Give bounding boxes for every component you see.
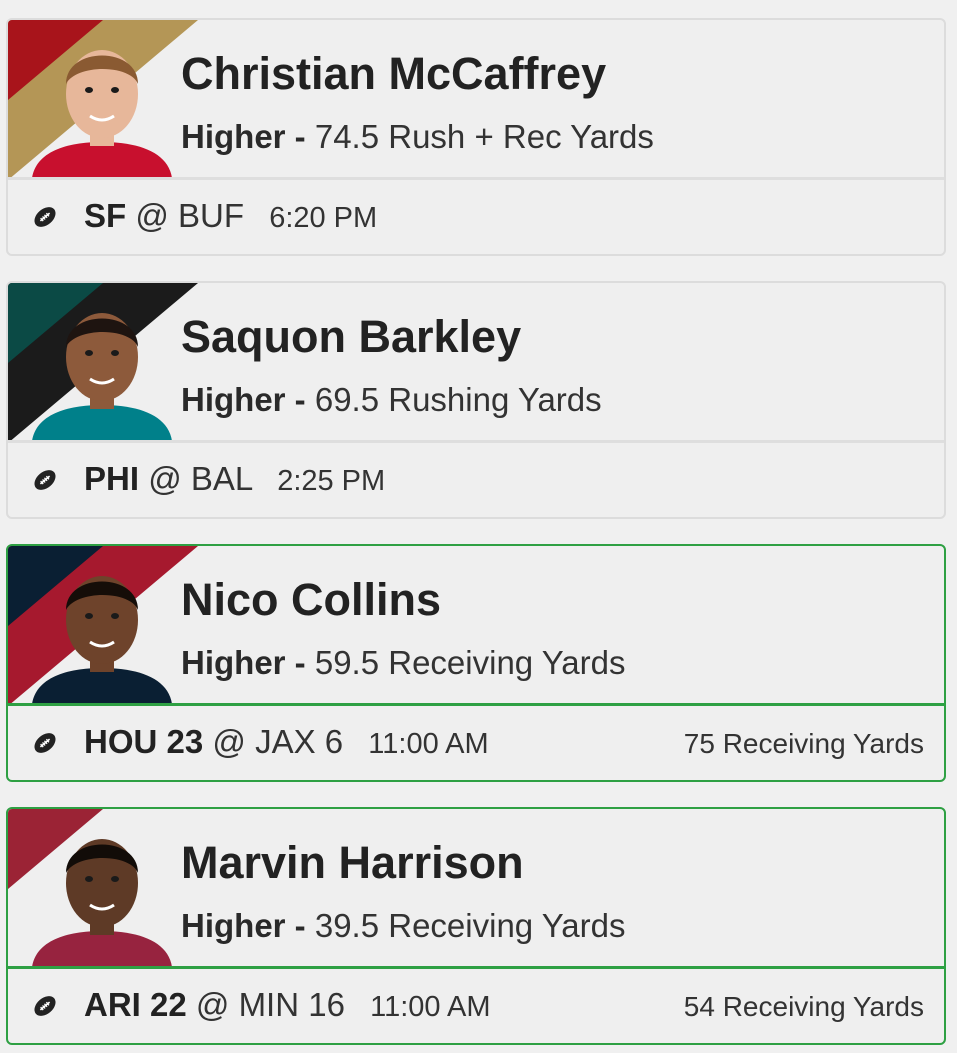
pick-stat-line: 59.5 Receiving Yards	[314, 644, 626, 681]
at-symbol: @	[148, 460, 182, 497]
football-icon	[34, 733, 56, 753]
pick-card-header: Nico Collins Higher - 59.5 Receiving Yar…	[8, 546, 944, 706]
home-team: JAX 6	[255, 723, 344, 760]
player-avatar	[32, 50, 172, 178]
pick-line: Higher - 69.5 Rushing Yards	[181, 381, 602, 419]
pick-stat-line: 69.5 Rushing Yards	[314, 381, 602, 418]
pick-card[interactable]: Christian McCaffrey Higher - 74.5 Rush +…	[6, 18, 946, 256]
matchup: SF @ BUF 6:20 PM	[84, 197, 377, 235]
away-team: ARI 22	[84, 986, 187, 1023]
pick-direction: Higher -	[181, 907, 306, 944]
pick-line: Higher - 39.5 Receiving Yards	[181, 907, 625, 945]
game-time: 6:20 PM	[269, 202, 378, 234]
matchup: HOU 23 @ JAX 6 11:00 AM	[84, 723, 489, 761]
football-icon	[34, 470, 56, 490]
away-team: SF	[84, 197, 127, 234]
away-team: HOU 23	[84, 723, 204, 760]
at-symbol: @	[212, 723, 246, 760]
matchup-row: ARI 22 @ MIN 16 11:00 AM 54 Receiving Ya…	[8, 969, 944, 1043]
pick-stat-line: 39.5 Receiving Yards	[314, 907, 626, 944]
pick-stat-line: 74.5 Rush + Rec Yards	[314, 118, 654, 155]
player-avatar	[32, 576, 172, 704]
home-team: BAL	[190, 460, 253, 497]
matchup: PHI @ BAL 2:25 PM	[84, 460, 385, 498]
pick-card-header: Christian McCaffrey Higher - 74.5 Rush +…	[8, 20, 944, 180]
football-icon	[34, 996, 56, 1016]
pick-card-header: Marvin Harrison Higher - 39.5 Receiving …	[8, 809, 944, 969]
at-symbol: @	[195, 986, 230, 1023]
result-value: 54 Receiving Yards	[683, 991, 924, 1022]
football-icon	[34, 207, 56, 227]
pick-card-header: Saquon Barkley Higher - 69.5 Rushing Yar…	[8, 283, 944, 443]
matchup-row: PHI @ BAL 2:25 PM	[8, 443, 944, 517]
pick-card[interactable]: Marvin Harrison Higher - 39.5 Receiving …	[6, 807, 946, 1045]
matchup-row: SF @ BUF 6:20 PM	[8, 180, 944, 254]
player-name: Saquon Barkley	[181, 311, 522, 362]
away-team: PHI	[84, 460, 140, 497]
game-time: 11:00 AM	[368, 728, 489, 760]
home-team: MIN 16	[238, 986, 345, 1023]
pick-direction: Higher -	[181, 118, 306, 155]
player-name: Christian McCaffrey	[181, 48, 607, 99]
player-name: Nico Collins	[181, 574, 442, 625]
pick-card[interactable]: Saquon Barkley Higher - 69.5 Rushing Yar…	[6, 281, 946, 519]
at-symbol: @	[135, 197, 169, 234]
matchup-row: HOU 23 @ JAX 6 11:00 AM 75 Receiving Yar…	[8, 706, 944, 780]
pick-line: Higher - 74.5 Rush + Rec Yards	[181, 118, 654, 156]
home-team: BUF	[178, 197, 245, 234]
pick-line: Higher - 59.5 Receiving Yards	[181, 644, 625, 682]
pick-direction: Higher -	[181, 644, 306, 681]
matchup: ARI 22 @ MIN 16 11:00 AM	[84, 986, 491, 1024]
pick-direction: Higher -	[181, 381, 306, 418]
pick-card[interactable]: Nico Collins Higher - 59.5 Receiving Yar…	[6, 544, 946, 782]
result-value: 75 Receiving Yards	[683, 728, 924, 759]
game-time: 2:25 PM	[277, 465, 386, 497]
player-avatar	[32, 839, 172, 967]
player-name: Marvin Harrison	[181, 837, 524, 888]
player-avatar	[32, 313, 172, 441]
game-time: 11:00 AM	[370, 991, 491, 1023]
